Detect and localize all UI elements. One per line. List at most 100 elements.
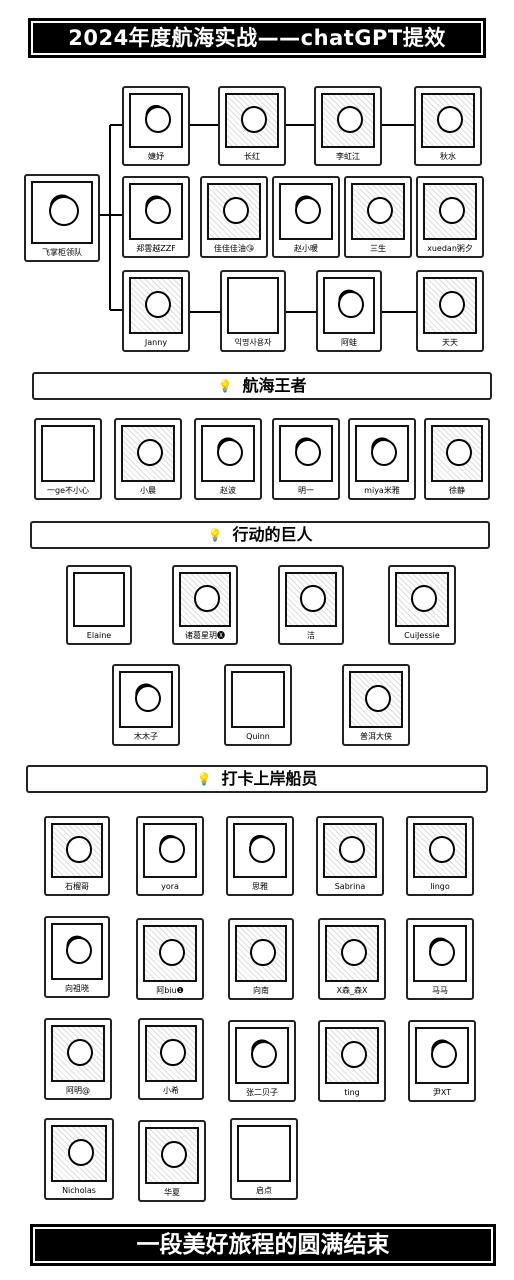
member-name: CuiJessie bbox=[404, 631, 440, 640]
member-card: 小晨 bbox=[114, 418, 182, 500]
member-card: 赵小暖 bbox=[272, 176, 340, 258]
member-avatar bbox=[423, 277, 477, 334]
member-avatar bbox=[51, 1125, 107, 1182]
member-name: 长红 bbox=[244, 152, 260, 161]
member-name: 小希 bbox=[163, 1086, 179, 1095]
member-name: 洁 bbox=[307, 631, 315, 640]
member-avatar bbox=[323, 277, 375, 334]
member-avatar bbox=[323, 823, 377, 878]
member-name: 启点 bbox=[256, 1186, 272, 1195]
member-name: 向祖晓 bbox=[65, 984, 89, 993]
member-card: 明一 bbox=[272, 418, 340, 500]
lightbulb-icon: 💡 bbox=[196, 772, 212, 786]
member-card: ting bbox=[318, 1020, 386, 1102]
member-card: 阿biu❶ bbox=[136, 918, 204, 1000]
member-card: 诸葛星玥🅧 bbox=[172, 565, 238, 645]
member-avatar bbox=[235, 925, 287, 982]
member-name: 诸葛星玥🅧 bbox=[185, 631, 225, 640]
member-card: 익명사용자 bbox=[220, 270, 286, 352]
member-avatar bbox=[145, 1127, 199, 1184]
member-name: 石榴哥 bbox=[65, 882, 89, 891]
member-avatar bbox=[413, 823, 467, 878]
member-name: 华夏 bbox=[164, 1188, 180, 1197]
member-avatar bbox=[321, 93, 375, 148]
member-card: 佳佳佳油😘 bbox=[200, 176, 268, 258]
member-name: 秋水 bbox=[440, 152, 456, 161]
section-title: 打卡上岸船员 bbox=[221, 769, 318, 788]
member-avatar bbox=[145, 1025, 197, 1082]
member-card: Nicholas bbox=[44, 1118, 114, 1200]
member-avatar bbox=[51, 1025, 105, 1082]
member-card: 郑雲越ZZF bbox=[122, 176, 190, 258]
member-name: 尹XT bbox=[432, 1088, 452, 1097]
member-name: 佳佳佳油😘 bbox=[213, 244, 255, 253]
member-avatar bbox=[351, 183, 405, 240]
member-card: 马马 bbox=[406, 918, 474, 1000]
member-avatar bbox=[143, 823, 197, 878]
member-card: 一ge不小心 bbox=[34, 418, 102, 500]
member-name: Sabrina bbox=[334, 882, 366, 891]
leader-card: 飞掌柜领队 bbox=[24, 174, 100, 262]
member-avatar bbox=[413, 925, 467, 982]
member-name: Elaine bbox=[86, 631, 112, 640]
member-card: X森_森X bbox=[318, 918, 386, 1000]
member-avatar bbox=[129, 93, 183, 148]
member-name: Janny bbox=[144, 338, 168, 347]
member-card: 婕妤 bbox=[122, 86, 190, 166]
member-card: Sabrina bbox=[316, 816, 384, 896]
section-header: 💡 行动的巨人 bbox=[30, 521, 490, 549]
member-avatar bbox=[51, 923, 103, 980]
member-avatar bbox=[233, 823, 287, 878]
member-name: ting bbox=[344, 1088, 360, 1097]
member-avatar bbox=[395, 572, 449, 627]
member-avatar bbox=[355, 425, 409, 482]
member-card: 阿蛙 bbox=[316, 270, 382, 352]
leader-avatar bbox=[31, 181, 93, 244]
member-avatar bbox=[227, 277, 279, 334]
member-avatar bbox=[421, 93, 475, 148]
member-card: Quinn bbox=[224, 664, 292, 746]
member-name: yora bbox=[161, 882, 179, 891]
member-avatar bbox=[129, 277, 183, 334]
footer-text: 一段美好旅程的圆满结束 bbox=[136, 1232, 390, 1258]
member-card: 长红 bbox=[218, 86, 286, 166]
member-name: 阿蛙 bbox=[341, 338, 357, 347]
member-avatar bbox=[235, 1027, 289, 1084]
member-card: 尹XT bbox=[408, 1020, 476, 1102]
member-name: 马马 bbox=[432, 986, 448, 995]
member-card: 秋水 bbox=[414, 86, 482, 166]
member-avatar bbox=[325, 925, 379, 982]
member-name: 郑雲越ZZF bbox=[136, 244, 176, 253]
member-card: 赵波 bbox=[194, 418, 262, 500]
member-name: Quinn bbox=[246, 732, 270, 741]
member-name: 익명사용자 bbox=[234, 338, 272, 347]
member-card: 木木子 bbox=[112, 664, 180, 746]
member-avatar bbox=[415, 1027, 469, 1084]
member-name: Nicholas bbox=[62, 1186, 96, 1195]
member-avatar bbox=[423, 183, 477, 240]
member-avatar bbox=[279, 183, 333, 240]
member-card: 洁 bbox=[278, 565, 344, 645]
member-card: 石榴哥 bbox=[44, 816, 110, 896]
member-card: lingo bbox=[406, 816, 474, 896]
member-name: 三生 bbox=[370, 244, 386, 253]
section-title: 航海王者 bbox=[242, 376, 307, 395]
section-header: 💡 航海王者 bbox=[32, 372, 492, 400]
member-avatar bbox=[73, 572, 125, 627]
lightbulb-icon: 💡 bbox=[217, 379, 233, 393]
member-name: 小晨 bbox=[140, 486, 156, 495]
member-card: 向祖晓 bbox=[44, 916, 110, 998]
leader-name: 飞掌柜领队 bbox=[42, 248, 82, 257]
member-name: 张二贝子 bbox=[246, 1088, 278, 1097]
member-card: 三生 bbox=[344, 176, 412, 258]
member-card: yora bbox=[136, 816, 204, 896]
member-name: 明一 bbox=[298, 486, 314, 495]
member-card: Elaine bbox=[66, 565, 132, 645]
member-name: 李虹江 bbox=[336, 152, 360, 161]
member-card: xuedan粥夕 bbox=[416, 176, 484, 258]
member-card: miya米雅 bbox=[348, 418, 416, 500]
section-header: 💡 打卡上岸船员 bbox=[26, 765, 488, 793]
member-name: 婕妤 bbox=[148, 152, 164, 161]
member-card: 阿明@ bbox=[44, 1018, 112, 1100]
member-card: 李虹江 bbox=[314, 86, 382, 166]
